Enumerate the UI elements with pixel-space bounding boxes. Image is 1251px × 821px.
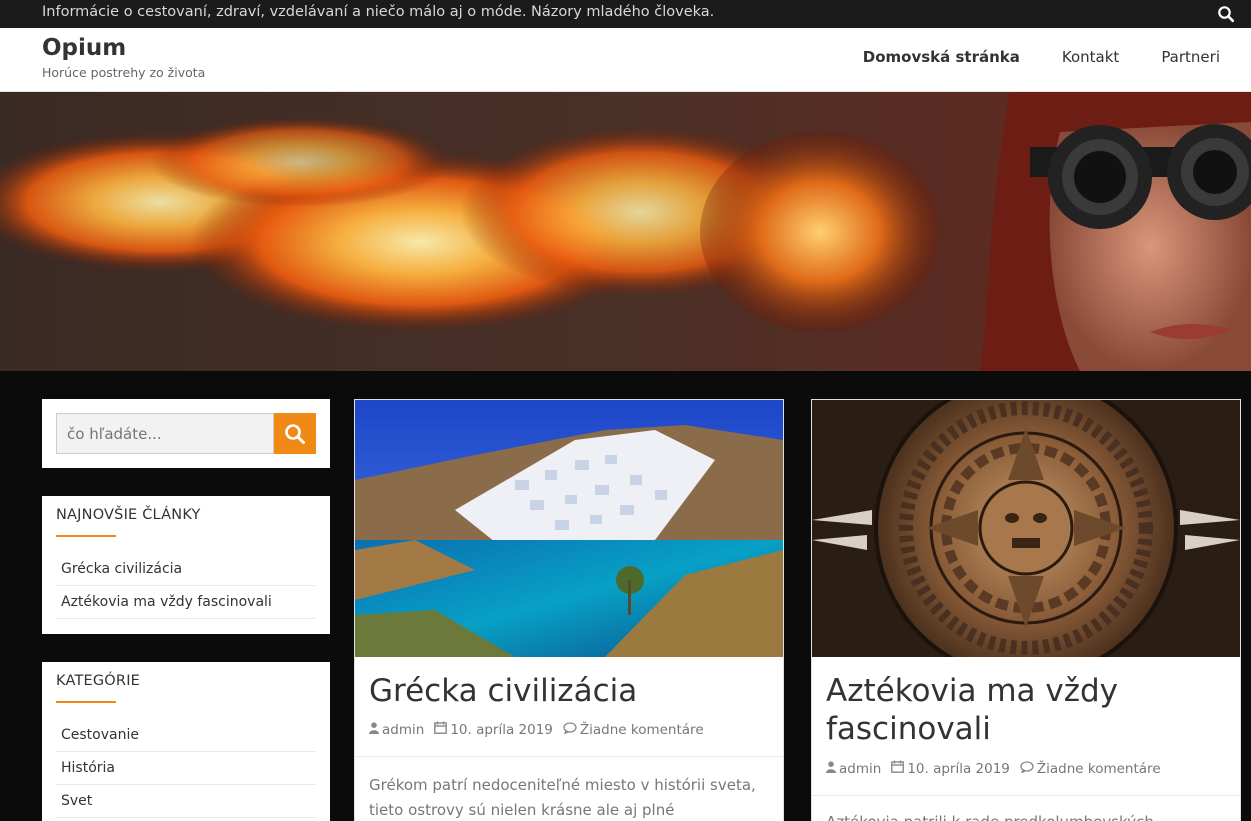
widget-title: KATEGÓRIE xyxy=(56,673,141,689)
nav-item-contact[interactable]: Kontakt xyxy=(1062,48,1119,66)
post-title[interactable]: Aztékovia ma vždy fascinovali xyxy=(826,672,1118,748)
post-excerpt: Grékom patrí nedoceniteľné miesto v hist… xyxy=(369,773,769,821)
recent-posts-widget: NAJNOVŠIE ČLÁNKY Grécka civilizácia Azté… xyxy=(42,496,330,634)
list-item[interactable]: Svet xyxy=(56,785,316,818)
site-header: Opium Horúce postrehy zo života Domovská… xyxy=(0,28,1251,92)
list-item[interactable]: Aztékovia ma vždy fascinovali xyxy=(56,586,316,619)
widget-title: NAJNOVŠIE ČLÁNKY xyxy=(56,507,201,523)
widget-title-underline xyxy=(56,535,116,537)
categories-list: Cestovanie História Svet xyxy=(56,719,316,818)
post-title-line[interactable]: fascinovali xyxy=(826,710,1118,748)
post-title-line[interactable]: Aztékovia ma vždy xyxy=(826,672,1118,710)
site-tagline: Informácie o cestovaní, zdraví, vzdeláva… xyxy=(42,4,715,20)
post-excerpt-line: Grékom patrí nedoceniteľné miesto v hist… xyxy=(369,776,756,794)
search-icon xyxy=(285,423,305,444)
calendar-icon xyxy=(434,721,448,738)
list-item[interactable]: História xyxy=(56,752,316,785)
post-title[interactable]: Grécka civilizácia xyxy=(369,672,637,710)
divider xyxy=(355,756,783,757)
post-meta: admin 10. apríla 2019 Žiadne komentáre xyxy=(369,721,704,738)
search-input[interactable] xyxy=(56,413,274,454)
nav-item-home[interactable]: Domovská stránka xyxy=(863,48,1020,66)
post-date[interactable]: 10. apríla 2019 xyxy=(450,722,553,738)
post-thumbnail[interactable] xyxy=(355,400,783,657)
search-icon[interactable] xyxy=(1217,5,1235,23)
site-subtitle: Horúce postrehy zo života xyxy=(42,65,206,80)
post-excerpt-line: Aztékovia patrili k rade predkolumbovský… xyxy=(826,810,1226,821)
search-widget xyxy=(42,399,330,468)
nav-item-partners[interactable]: Partneri xyxy=(1161,48,1220,66)
list-item[interactable]: Grécka civilizácia xyxy=(56,553,316,586)
post-author[interactable]: admin xyxy=(839,761,881,777)
post-date[interactable]: 10. apríla 2019 xyxy=(907,761,1010,777)
comment-icon xyxy=(1020,760,1034,777)
user-icon xyxy=(826,760,836,777)
site-title[interactable]: Opium xyxy=(42,35,126,61)
post-thumbnail[interactable] xyxy=(812,400,1240,657)
divider xyxy=(812,795,1240,796)
main-nav: Domovská stránka Kontakt Partneri xyxy=(863,48,1220,66)
user-icon xyxy=(369,721,379,738)
list-item[interactable]: Cestovanie xyxy=(56,719,316,752)
categories-widget: KATEGÓRIE Cestovanie História Svet xyxy=(42,662,330,821)
search-submit-button[interactable] xyxy=(274,413,316,454)
header-banner-image xyxy=(0,92,1251,371)
post-meta: admin 10. apríla 2019 Žiadne komentáre xyxy=(826,760,1161,777)
post-card: Aztékovia ma vždy fascinovali admin 10. … xyxy=(811,399,1241,821)
post-card: Grécka civilizácia admin 10. apríla 2019… xyxy=(354,399,784,821)
post-excerpt: Aztékovia patrili k rade predkolumbovský… xyxy=(826,810,1226,821)
post-author[interactable]: admin xyxy=(382,722,424,738)
calendar-icon xyxy=(891,760,905,777)
widget-title-underline xyxy=(56,701,116,703)
recent-posts-list: Grécka civilizácia Aztékovia ma vždy fas… xyxy=(56,553,316,619)
post-comments[interactable]: Žiadne komentáre xyxy=(1037,761,1161,777)
top-bar: Informácie o cestovaní, zdraví, vzdeláva… xyxy=(0,0,1251,28)
comment-icon xyxy=(563,721,577,738)
post-comments[interactable]: Žiadne komentáre xyxy=(580,722,704,738)
post-excerpt-line: tieto ostrovy sú nielen krásne ale aj pl… xyxy=(369,801,675,819)
